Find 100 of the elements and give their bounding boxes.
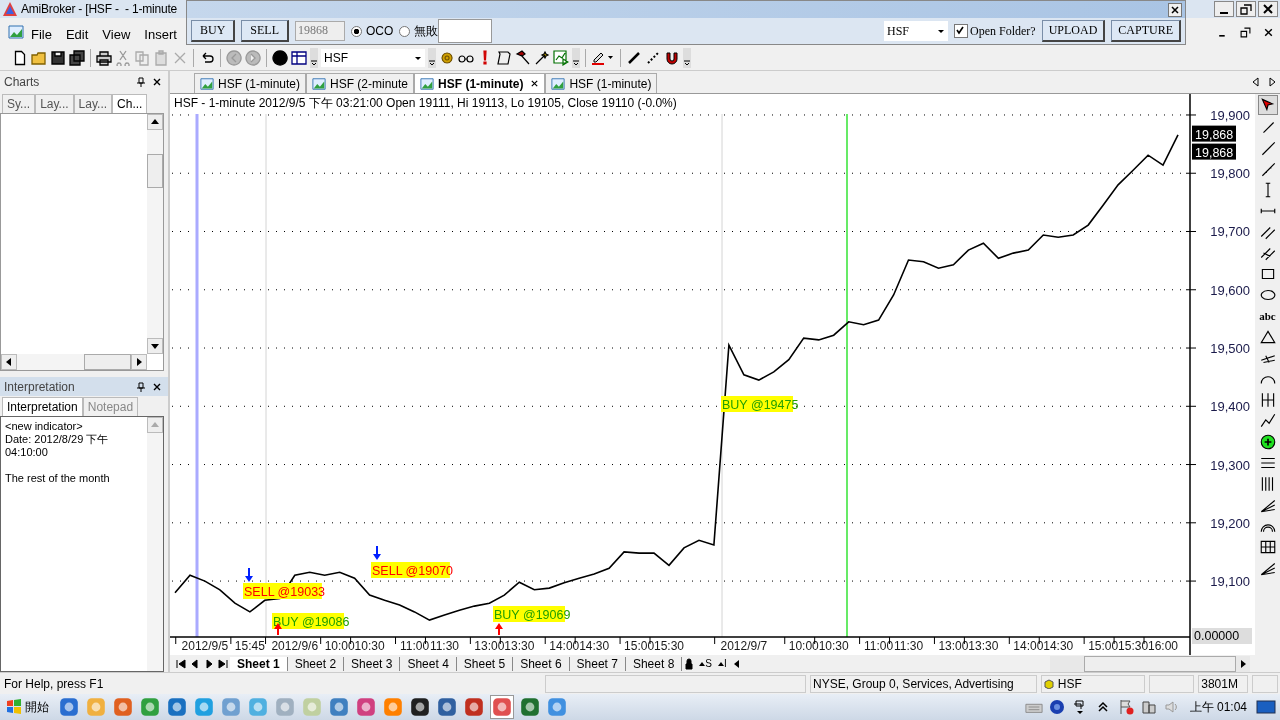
panel-tab[interactable]: Sy... [2, 94, 36, 113]
checkbox[interactable] [954, 24, 968, 38]
restore-button[interactable] [1240, 26, 1251, 38]
close-icon[interactable] [152, 381, 162, 392]
pencil-icon[interactable] [591, 50, 615, 66]
close-button[interactable] [1258, 1, 1278, 17]
dotted-line-icon[interactable] [645, 50, 661, 66]
sheet-tab[interactable]: Sheet 2 [287, 656, 345, 671]
symbol-combo[interactable]: HSF [884, 21, 948, 41]
sheet-tab[interactable]: Sheet 6 [513, 656, 570, 671]
radio-button[interactable] [351, 25, 362, 37]
overflow-button[interactable] [572, 48, 580, 68]
sheet-tab[interactable]: Sheet 8 [625, 656, 683, 671]
clock[interactable]: 上午 01:04 [1185, 698, 1251, 716]
magnet-icon[interactable] [664, 50, 680, 66]
radio-label[interactable]: 無敗 [414, 22, 439, 40]
input-field[interactable] [438, 19, 493, 43]
scroll-left-button[interactable] [1, 354, 17, 370]
overflow-button[interactable] [310, 48, 318, 68]
scroll-up-button[interactable] [147, 114, 163, 130]
scroll-left-button[interactable] [1251, 76, 1261, 89]
menu-item[interactable]: File [24, 26, 59, 42]
scroll-down-button[interactable] [147, 338, 163, 354]
panel-tab[interactable]: Lay... [35, 94, 74, 113]
disks-icon[interactable] [69, 50, 85, 66]
table-icon[interactable] [291, 50, 307, 66]
gear-icon[interactable] [439, 50, 455, 66]
action-button[interactable]: CAPTURE [1111, 20, 1181, 42]
vertical-scrollbar[interactable] [147, 417, 163, 671]
dropdown-arrow-icon[interactable] [937, 27, 945, 35]
document-tab[interactable]: HSF (1-minute) [414, 73, 546, 94]
show-desktop-button[interactable] [1256, 699, 1276, 715]
printer-icon[interactable] [96, 50, 112, 66]
document-icon[interactable] [12, 50, 28, 66]
clipboard-icon[interactable] [153, 50, 169, 66]
symbol-combo[interactable]: HSF [321, 49, 425, 67]
close-button[interactable] [1263, 26, 1274, 38]
sheet-control[interactable]: I [715, 658, 730, 670]
folder-icon[interactable] [31, 50, 47, 66]
scroll-icon[interactable] [496, 50, 512, 66]
network-icon[interactable] [1139, 699, 1158, 715]
app-logo-icon [2, 1, 18, 17]
price-field[interactable]: 19868 [295, 21, 345, 41]
radio-label[interactable]: OCO [366, 24, 394, 38]
indicator-date: Date: 2012/8/29 下午 04:10:00 [5, 433, 110, 459]
sheet-control[interactable]: S [696, 658, 715, 670]
menu-item[interactable]: View [95, 26, 138, 42]
overflow-button[interactable] [683, 48, 691, 68]
cursor-icon[interactable] [1257, 95, 1278, 116]
document-tab[interactable]: HSF (1-minute) [545, 73, 658, 94]
close-icon[interactable] [152, 77, 162, 87]
sheet-tab[interactable]: Sheet 3 [344, 656, 401, 671]
line-icon[interactable] [626, 50, 642, 66]
zoom-in-icon[interactable] [1258, 433, 1277, 452]
vertical-scrollbar[interactable] [147, 114, 163, 354]
close-icon[interactable] [530, 79, 540, 89]
info-icon[interactable] [272, 50, 288, 66]
order-button[interactable]: BUY [191, 20, 236, 42]
order-button[interactable]: SELL [241, 20, 289, 42]
wand-icon[interactable] [534, 50, 550, 66]
hammer-icon[interactable] [515, 50, 531, 66]
axis-label: 14:30 [579, 639, 610, 654]
sheet-tab[interactable]: Sheet 5 [456, 656, 514, 671]
axis-label: 19,100 [1210, 574, 1250, 590]
restore-button[interactable] [1236, 1, 1256, 17]
radio-button[interactable] [399, 25, 411, 37]
last-sheet-button[interactable] [216, 656, 230, 671]
pin-icon[interactable] [136, 381, 146, 392]
scroll-right-button[interactable] [1267, 76, 1277, 89]
start-button[interactable]: 開始 [2, 698, 53, 716]
panel-tab[interactable]: Interpretation [2, 397, 83, 416]
document-tab[interactable]: HSF (1-minute) [194, 73, 306, 94]
sheet-tab[interactable]: Sheet 4 [400, 656, 457, 671]
scrollbar-thumb[interactable] [84, 354, 131, 370]
sheet-tab[interactable]: Sheet 1 [230, 656, 288, 671]
menu-item[interactable]: Insert [137, 26, 184, 42]
scroll-right-button[interactable] [131, 354, 147, 370]
checkbox-label[interactable]: Open Folder? [970, 23, 1036, 39]
help-icon[interactable] [1047, 699, 1066, 715]
scrollbar-thumb[interactable] [1084, 655, 1236, 672]
first-sheet-button[interactable] [174, 656, 188, 671]
panel-tab[interactable]: Ch... [112, 94, 148, 113]
menu-item[interactable]: Edit [58, 26, 96, 42]
text-tool[interactable]: abc [1259, 307, 1276, 326]
horizontal-scrollbar[interactable] [1050, 655, 1250, 672]
action-button[interactable]: UPLOAD [1041, 20, 1106, 42]
chart-icon[interactable] [553, 50, 569, 66]
sheet-tab[interactable]: Sheet 7 [569, 656, 626, 671]
pin-icon[interactable] [136, 77, 146, 87]
document-chart-icon[interactable] [8, 24, 24, 40]
app-icon[interactable] [409, 696, 431, 718]
dropdown-arrow-icon[interactable] [414, 54, 422, 62]
document-tab[interactable]: HSF (2-minute [306, 73, 415, 94]
horizontal-scrollbar[interactable] [1, 354, 147, 370]
overflow-button[interactable] [428, 48, 436, 68]
scrollbar-thumb[interactable] [147, 154, 163, 188]
panel-tab[interactable]: Lay... [73, 94, 113, 113]
chart-title: HSF - 1-minute 2012/9/5 下午 03:21:00 Open 19111, Hi 19113, Lo 19105, Close 19110 (-0.0%) [174, 96, 677, 111]
minimize-button[interactable] [1214, 1, 1234, 17]
close-button[interactable] [1168, 2, 1182, 17]
